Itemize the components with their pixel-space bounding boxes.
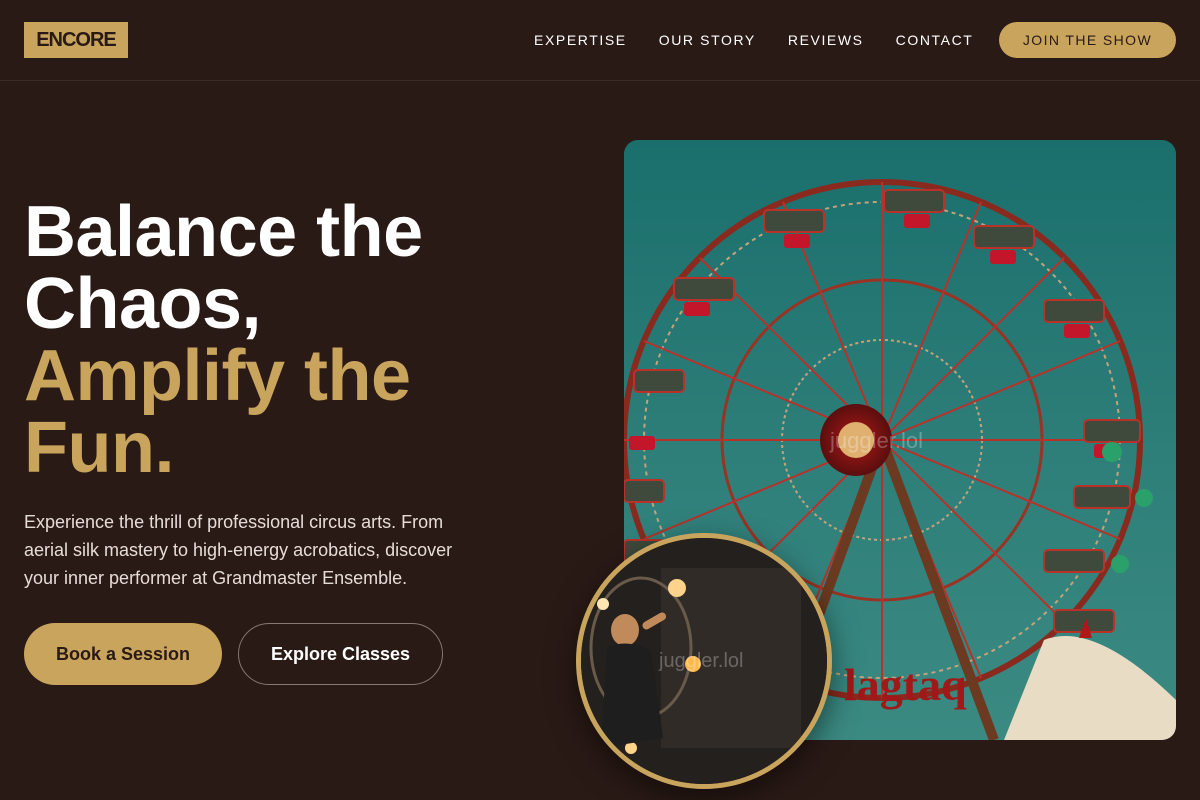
- headline-line-1: Balance the: [24, 192, 423, 272]
- nav-reviews[interactable]: REVIEWS: [788, 30, 864, 50]
- svg-text:lagtaq: lagtaq: [844, 659, 967, 710]
- book-session-button[interactable]: Book a Session: [24, 623, 222, 685]
- logo[interactable]: ENCORE: [24, 22, 128, 58]
- headline-line-2: Chaos,: [24, 264, 262, 344]
- hero-description: Experience the thrill of professional ci…: [24, 512, 453, 588]
- nav-contact[interactable]: CONTACT: [896, 30, 974, 50]
- fire-hoop-performer-image: juggler.lol: [576, 533, 832, 789]
- headline-line-4: Fun.: [24, 408, 174, 488]
- site-header: ENCORE EXPERTISE OUR STORY REVIEWS CONTA…: [0, 0, 1200, 81]
- explore-classes-button[interactable]: Explore Classes: [238, 623, 443, 685]
- main-image-watermark: juggler.lol: [830, 428, 923, 453]
- nav-our-story[interactable]: OUR STORY: [659, 30, 756, 50]
- hero-headline: Balance the Chaos, Amplify the Fun.: [24, 196, 544, 484]
- circle-image-watermark: juggler.lol: [659, 650, 744, 672]
- nav-expertise[interactable]: EXPERTISE: [534, 30, 627, 50]
- join-the-show-button[interactable]: JOIN THE SHOW: [999, 22, 1176, 58]
- main-nav: EXPERTISE OUR STORY REVIEWS CONTACT: [534, 30, 1005, 50]
- headline-line-3: Amplify the: [24, 336, 411, 416]
